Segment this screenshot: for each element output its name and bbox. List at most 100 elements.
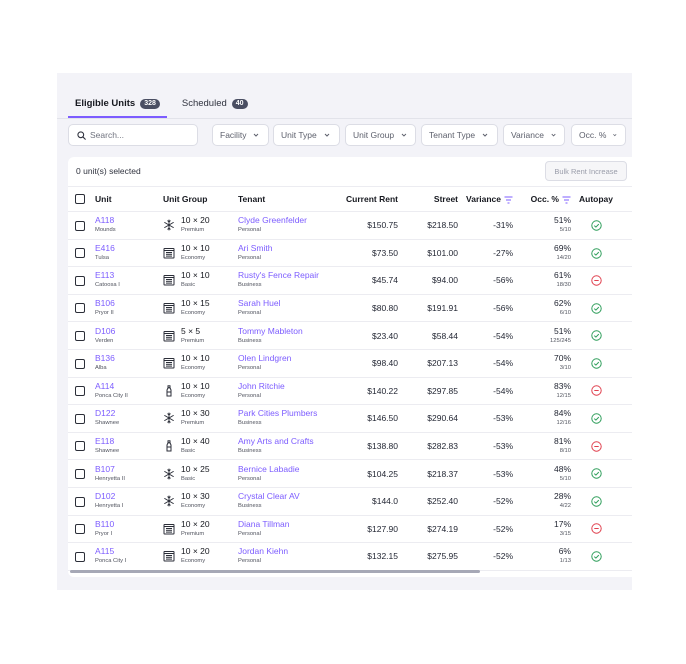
chevron-down-icon <box>482 133 488 137</box>
tenant-link[interactable]: Sarah Huel <box>238 298 328 309</box>
tenant-link[interactable]: Olen Lindgren <box>238 353 328 364</box>
row-checkbox[interactable] <box>75 413 85 424</box>
tenant-link[interactable]: John Ritchie <box>238 381 328 392</box>
row-checkbox[interactable] <box>75 386 85 397</box>
snowflake-icon <box>163 219 175 231</box>
table-row[interactable]: D102 Henryetta I 10 × 30 Economy Crystal… <box>68 487 632 516</box>
tenant-type: Business <box>238 337 262 344</box>
unit-link[interactable]: A118 <box>95 215 163 226</box>
unit-link[interactable]: B110 <box>95 519 163 530</box>
filter-variance[interactable]: Variance <box>503 124 565 146</box>
tenant-type: Personal <box>238 530 261 537</box>
table-row[interactable]: D106 Verden 5 × 5 Premium Tommy Mableton… <box>68 322 632 350</box>
tenant-link[interactable]: Clyde Greenfelder <box>238 215 328 226</box>
sort-filter-icon[interactable] <box>562 196 571 204</box>
tab-eligible-units[interactable]: Eligible Units 328 <box>68 89 167 118</box>
tenant-link[interactable]: Tommy Mableton <box>238 326 328 337</box>
tenant-link[interactable]: Rusty's Fence Repair <box>238 270 328 281</box>
header-autopay[interactable]: Autopay <box>571 187 621 212</box>
header-unit-group[interactable]: Unit Group <box>163 187 238 212</box>
occupancy-percent: 51% <box>553 215 571 226</box>
tab-scheduled[interactable]: Scheduled 40 <box>175 89 255 118</box>
row-select-cell <box>68 405 95 433</box>
table-header-row: Unit Unit Group Tenant Current Rent Stre… <box>68 186 632 212</box>
row-checkbox[interactable] <box>75 275 85 286</box>
row-checkbox[interactable] <box>75 551 85 562</box>
occupancy-fraction: 14/20 <box>556 254 571 261</box>
row-checkbox[interactable] <box>75 220 85 231</box>
row-checkbox[interactable] <box>75 303 85 314</box>
search-input[interactable] <box>90 130 190 140</box>
select-all-checkbox[interactable] <box>75 194 85 205</box>
horizontal-scrollbar[interactable] <box>70 570 480 573</box>
sort-filter-icon[interactable] <box>504 196 513 204</box>
header-spacer <box>621 187 632 212</box>
minus-circle-icon <box>590 275 602 286</box>
table-row[interactable]: B107 Henryetta II 10 × 25 Basic Bernice … <box>68 460 632 488</box>
table-row[interactable]: E113 Catoosa I 10 × 10 Basic Rusty's Fen… <box>68 267 632 295</box>
unit-link[interactable]: A114 <box>95 381 163 392</box>
tenant-cell: Olen Lindgren Personal <box>238 349 328 377</box>
row-checkbox[interactable] <box>75 331 85 342</box>
unit-link[interactable]: D122 <box>95 408 163 419</box>
occupancy-fraction: 3/15 <box>559 530 571 537</box>
unit-link[interactable]: B106 <box>95 298 163 309</box>
check-circle-icon <box>590 551 602 562</box>
header-current-rent[interactable]: Current Rent <box>328 187 398 212</box>
unit-cell: B110 Pryor I <box>95 515 163 543</box>
table-row[interactable]: A115 Ponca City I 10 × 20 Economy Jordan… <box>68 543 632 571</box>
tenant-link[interactable]: Amy Arts and Crafts <box>238 436 328 447</box>
unit-size: 10 × 20 <box>181 215 210 226</box>
check-circle-icon <box>590 358 602 369</box>
table-row[interactable]: A114 Ponca City II 10 × 10 Economy John … <box>68 377 632 405</box>
filter-occupancy[interactable]: Occ. % <box>571 124 626 146</box>
header-street[interactable]: Street <box>398 187 458 212</box>
unit-link[interactable]: E113 <box>95 270 163 281</box>
table-row[interactable]: B110 Pryor I 10 × 20 Premium Diana Tillm… <box>68 515 632 543</box>
table-row[interactable]: E416 Tulsa 10 × 10 Economy Ari Smith Per… <box>68 239 632 267</box>
filter-facility[interactable]: Facility <box>212 124 269 146</box>
row-checkbox[interactable] <box>75 248 85 259</box>
unit-link[interactable]: B136 <box>95 353 163 364</box>
filter-tenant-type[interactable]: Tenant Type <box>421 124 498 146</box>
row-checkbox[interactable] <box>75 496 85 507</box>
table-row[interactable]: A118 Mounds 10 × 20 Premium Clyde Greenf… <box>68 212 632 240</box>
tenant-link[interactable]: Diana Tillman <box>238 519 328 530</box>
tenant-link[interactable]: Crystal Clear AV <box>238 491 328 502</box>
row-checkbox[interactable] <box>75 441 85 452</box>
tenant-link[interactable]: Jordan Kiehn <box>238 546 328 557</box>
row-checkbox[interactable] <box>75 469 85 480</box>
table-row[interactable]: B136 Alba 10 × 10 Economy Olen Lindgren … <box>68 349 632 378</box>
unit-link[interactable]: A115 <box>95 546 163 557</box>
row-checkbox[interactable] <box>75 524 85 535</box>
unit-cell: B106 Pryor II <box>95 294 163 322</box>
header-variance[interactable]: Variance <box>458 187 513 212</box>
unit-link[interactable]: B107 <box>95 464 163 475</box>
variance-cell: -53% <box>493 468 513 479</box>
table-row[interactable]: E118 Shawnee 10 × 40 Basic Amy Arts and … <box>68 432 632 460</box>
table-row[interactable]: D122 Shawnee 10 × 30 Premium Park Cities… <box>68 405 632 433</box>
tenant-link[interactable]: Park Cities Plumbers <box>238 408 328 419</box>
header-tenant[interactable]: Tenant <box>238 187 328 212</box>
unit-link[interactable]: E118 <box>95 436 163 447</box>
row-checkbox[interactable] <box>75 358 85 369</box>
row-select-cell <box>68 487 95 515</box>
street-rate-cell: $275.95 <box>427 551 458 562</box>
header-unit[interactable]: Unit <box>95 187 163 212</box>
header-occupancy[interactable]: Occ. % <box>513 187 571 212</box>
bulk-rent-increase-button[interactable]: Bulk Rent Increase <box>545 161 627 181</box>
row-spacer <box>621 405 632 433</box>
unit-link[interactable]: E416 <box>95 243 163 254</box>
filter-unit-type[interactable]: Unit Type <box>273 124 340 146</box>
unit-group-name: Economy <box>181 558 206 565</box>
current-rent-cell: $127.90 <box>367 523 398 534</box>
tenant-type: Personal <box>238 392 261 399</box>
table-row[interactable]: B106 Pryor II 10 × 15 Economy Sarah Huel… <box>68 294 632 322</box>
check-circle-icon <box>590 303 602 314</box>
filter-unit-group[interactable]: Unit Group <box>345 124 416 146</box>
unit-link[interactable]: D106 <box>95 326 163 337</box>
tenant-link[interactable]: Bernice Labadie <box>238 464 328 475</box>
unit-link[interactable]: D102 <box>95 491 163 502</box>
tenant-link[interactable]: Ari Smith <box>238 243 328 254</box>
tenant-type: Business <box>238 503 262 510</box>
